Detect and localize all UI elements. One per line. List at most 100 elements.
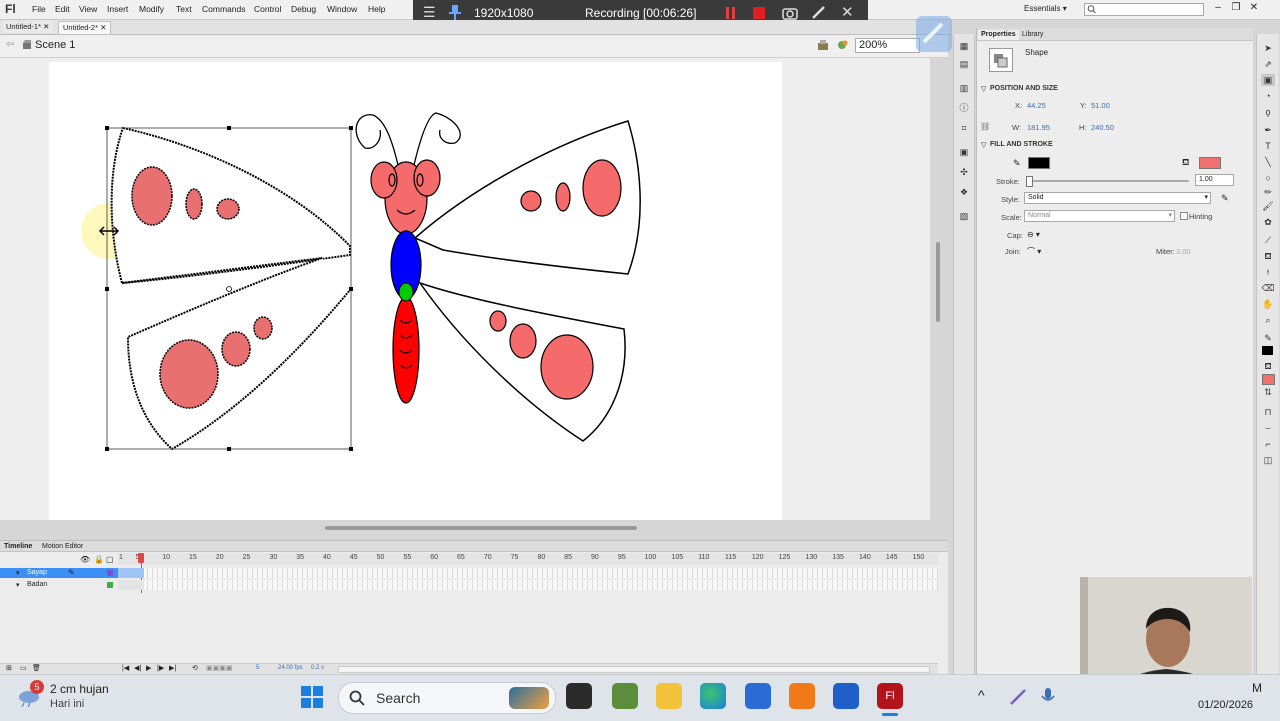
eraser-tool-icon[interactable]: ⌫ [1261, 282, 1275, 294]
swap-colors-icon[interactable]: ⇅ [1261, 386, 1275, 398]
pencil-tool-icon[interactable]: ✏ [1261, 186, 1275, 198]
menu-view[interactable]: View [79, 4, 97, 14]
smooth-icon[interactable]: ⌣ [1261, 422, 1275, 434]
menu-debug[interactable]: Debug [291, 4, 316, 14]
text-tool-icon[interactable]: T [1261, 140, 1275, 152]
h-value[interactable]: 240.50 [1091, 123, 1114, 132]
scale-select[interactable]: Normal ▾ [1024, 210, 1175, 222]
task-view-icon[interactable] [566, 683, 592, 709]
menu-modify[interactable]: Modify [139, 4, 164, 14]
loop-icon[interactable]: ⟲ [192, 664, 198, 672]
weather-title[interactable]: 2 cm hujan [50, 682, 109, 696]
menu-file[interactable]: File [32, 4, 46, 14]
layer-frames-sayap[interactable] [118, 568, 938, 578]
y-value[interactable]: 51.00 [1091, 101, 1110, 110]
app-icon-blue[interactable] [833, 683, 859, 709]
vertical-scrollbar[interactable] [936, 242, 940, 322]
pen-icon[interactable] [811, 5, 826, 20]
deco-tool-icon[interactable]: ✿ [1261, 216, 1275, 228]
line-tool-icon[interactable]: ╲ [1261, 156, 1275, 168]
free-transform-tool-icon[interactable]: ▣ [1261, 74, 1275, 86]
camera-icon[interactable] [782, 6, 798, 20]
tab-library[interactable]: Library [1019, 30, 1046, 40]
transform-icon[interactable]: ⌗ [957, 122, 971, 134]
new-layer-icon[interactable]: ⊞ [6, 664, 12, 672]
clock-time-suffix[interactable]: M [1252, 681, 1262, 695]
cap-select[interactable]: ⊖ ▾ [1027, 230, 1040, 239]
menu-text[interactable]: Text [176, 4, 192, 14]
3d-rotation-tool-icon[interactable]: ◔ [1261, 90, 1275, 102]
edit-stroke-style-icon[interactable]: ✎ [1221, 193, 1229, 204]
menu-insert[interactable]: Insert [107, 4, 128, 14]
back-arrow-icon[interactable]: ⇦ [6, 39, 14, 50]
components-icon[interactable]: ✣ [957, 166, 971, 178]
outline-icon[interactable]: ▢ [106, 555, 114, 564]
frame-span[interactable] [118, 568, 144, 578]
w-value[interactable]: 181.95 [1027, 123, 1050, 132]
onion-skin-icon[interactable]: ▣▣▣▣ [206, 664, 232, 672]
doc-tab-untitled-2[interactable]: Untitled-2* ✕ [58, 21, 112, 34]
pause-icon[interactable] [725, 6, 737, 20]
frame-rate[interactable]: 24.00 fps [278, 665, 303, 671]
sublime-icon[interactable] [789, 683, 815, 709]
current-frame[interactable]: 5 [256, 665, 259, 671]
layer-color-chip[interactable] [107, 570, 113, 576]
app-icon-green[interactable] [612, 683, 638, 709]
windows-start-icon[interactable] [300, 685, 324, 709]
stroke-slider[interactable] [1027, 180, 1189, 182]
straighten-icon[interactable]: ⌐ [1261, 438, 1275, 450]
playhead[interactable] [138, 553, 144, 563]
hand-tool-icon[interactable]: ✋ [1261, 298, 1275, 310]
stroke-color-tool-icon[interactable]: ✎ [1261, 332, 1275, 344]
first-frame-icon[interactable]: |◀ [122, 664, 129, 672]
last-frame-icon[interactable]: ▶| [169, 664, 176, 672]
minimize-icon[interactable]: – [1210, 1, 1226, 15]
horizontal-scrollbar[interactable] [325, 526, 637, 530]
menu-edit[interactable]: Edit [55, 4, 70, 14]
stop-icon[interactable] [752, 6, 766, 20]
tab-timeline[interactable]: Timeline [4, 543, 32, 550]
code-snippets-icon[interactable]: ▣ [957, 146, 971, 158]
pin-icon[interactable] [449, 5, 461, 21]
fill-color-chip[interactable] [1262, 374, 1275, 385]
frame-ruler[interactable]: 1510152025303540455055606570758085909510… [118, 553, 938, 565]
prev-frame-icon[interactable]: ◀| [134, 664, 141, 672]
store-icon[interactable] [745, 683, 771, 709]
motion-presets-icon[interactable]: ❖ [957, 186, 971, 198]
fill-color-swatch[interactable] [1199, 157, 1221, 169]
pen-tool-icon[interactable]: ✒ [1261, 124, 1275, 136]
lock-ratio-icon[interactable]: ⛓ [980, 122, 990, 131]
tab-motion-editor[interactable]: Motion Editor [42, 543, 83, 550]
snap-magnet-icon[interactable]: ⊓ [1261, 406, 1275, 418]
file-explorer-icon[interactable] [656, 683, 682, 709]
close-recorder-icon[interactable]: ✕ [841, 3, 854, 21]
clock-date[interactable]: 01/20/2026 [1198, 699, 1253, 711]
stroke-slider-handle[interactable] [1026, 176, 1033, 187]
menu-control[interactable]: Control [254, 4, 281, 14]
zoom-field[interactable]: 200% [855, 38, 920, 53]
help-search-input[interactable] [1084, 3, 1204, 16]
edge-icon[interactable] [700, 683, 726, 709]
paint-bucket-tool-icon[interactable]: ⛾ [1261, 250, 1275, 262]
subselection-tool-icon[interactable]: ⇗ [1261, 58, 1275, 70]
stroke-color-chip[interactable] [1262, 346, 1273, 355]
edit-symbol-icon[interactable] [836, 39, 849, 51]
selection-tool-icon[interactable]: ➤ [1261, 42, 1275, 54]
info-icon[interactable]: ⓘ [957, 102, 971, 114]
eyedropper-tool-icon[interactable]: ⟊ [1261, 266, 1275, 278]
lasso-tool-icon[interactable]: ϙ [1261, 106, 1275, 118]
hinting-checkbox[interactable] [1180, 212, 1188, 220]
stroke-color-swatch[interactable] [1028, 157, 1050, 169]
delete-layer-icon[interactable]: 🗑 [32, 664, 41, 672]
edit-scene-icon[interactable] [817, 39, 829, 51]
pen-tray-icon[interactable] [1008, 687, 1028, 707]
doc-tab-untitled-1[interactable]: Untitled-1* ✕ [2, 21, 54, 33]
swatches-icon[interactable]: ▤ [957, 58, 971, 70]
history-icon[interactable]: ▧ [957, 210, 971, 222]
fill-color-tool-icon[interactable]: ⛾ [1261, 360, 1275, 372]
show-hide-icon[interactable]: 👁 [80, 555, 90, 564]
color-panel-icon[interactable]: ▦ [957, 40, 971, 52]
layer-row-sayap[interactable]: ▾ Sayap ✎ [0, 568, 118, 578]
miter-value[interactable]: 3.00 [1176, 247, 1191, 256]
align-icon[interactable]: ▥ [957, 82, 971, 94]
